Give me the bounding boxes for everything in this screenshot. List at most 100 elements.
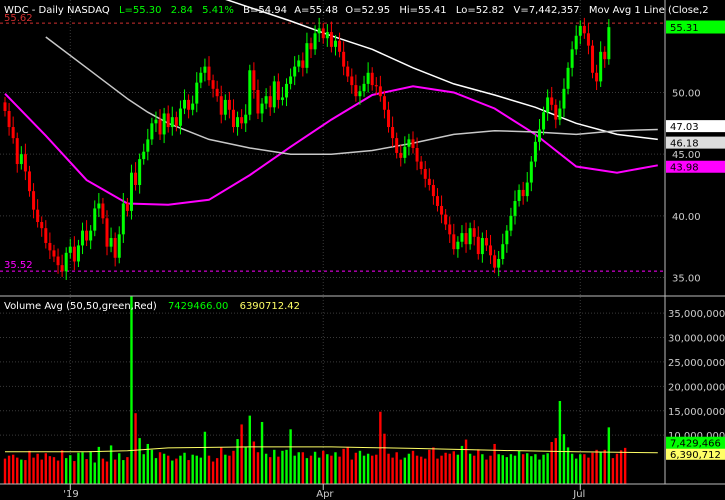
candle-body — [236, 117, 240, 128]
volume-bar — [546, 453, 549, 484]
candle-body — [146, 139, 150, 152]
volume-bar — [554, 438, 557, 484]
candle-body — [595, 72, 599, 82]
candle-body — [354, 85, 358, 97]
candle-body — [562, 88, 566, 109]
volume-bar — [240, 424, 243, 484]
candle-body — [15, 138, 19, 165]
candle-body — [89, 230, 93, 241]
candle-body — [603, 51, 607, 60]
volume-bar — [44, 453, 47, 484]
volume-last-tag: 7,429,466 — [670, 439, 721, 450]
candle-body — [101, 203, 105, 219]
candle-body — [162, 113, 166, 135]
volume-bar — [477, 449, 480, 484]
volume-bar — [146, 443, 149, 484]
volume-bar — [171, 460, 174, 484]
candle-body — [268, 96, 272, 108]
volume-bar — [354, 452, 358, 484]
volume-bar — [118, 453, 121, 484]
volume-bar — [81, 452, 84, 484]
volume-bar — [481, 454, 484, 484]
candle-body — [117, 234, 121, 258]
candle-body — [456, 241, 460, 250]
candle-body — [370, 72, 374, 86]
time-axis-label: '19 — [63, 489, 78, 500]
volume-bar — [517, 450, 521, 484]
volume-bar — [297, 452, 300, 484]
candle-body — [227, 99, 231, 110]
volume-study-value: 7429466.00 — [168, 301, 228, 312]
volume-bar — [399, 459, 402, 484]
volume-bar — [375, 454, 378, 484]
candle-body — [411, 139, 415, 148]
candle-body — [154, 119, 158, 124]
candle-body — [460, 233, 464, 242]
candle-body — [325, 32, 329, 39]
volume-bar — [595, 449, 598, 484]
candle-body — [19, 154, 23, 165]
volume-bar — [395, 452, 398, 484]
volume-bar — [285, 449, 288, 484]
volume-bar — [191, 454, 194, 484]
volume-bar — [142, 454, 145, 484]
candle-body — [546, 97, 550, 113]
candle-body — [403, 146, 407, 158]
candle-body — [517, 189, 521, 202]
volume-bar — [36, 453, 39, 484]
volume-bar — [179, 455, 182, 484]
candle-body — [199, 72, 203, 83]
volume-bar — [73, 461, 76, 484]
candle-body — [264, 96, 268, 104]
candle-body — [170, 117, 174, 128]
volume-bar — [183, 452, 186, 484]
volume-bar — [162, 453, 166, 484]
candle-body — [248, 70, 252, 115]
volume-axis-label: 35,000,000 — [668, 309, 725, 320]
header-line: WDC - Daily NASDAQ L=55.30 2.84 5.41% B=… — [4, 5, 709, 16]
candle-body — [350, 76, 354, 86]
volume-bar — [260, 421, 264, 484]
candle-body — [489, 245, 493, 256]
volume-bar — [419, 456, 423, 484]
volume-bar — [28, 450, 31, 484]
volume-bar — [40, 459, 43, 484]
stock-chart[interactable]: 55.62 35.52 WDC - Daily NASDAQ L=55.30 2… — [0, 0, 725, 500]
candle-body — [570, 49, 574, 68]
candle-body — [27, 171, 31, 192]
candle-body — [574, 35, 578, 50]
volume-header: Volume Avg (50,50,green,Red) 7429466.00 … — [4, 301, 300, 312]
volume-bar — [32, 457, 35, 484]
last-price: L=55.30 — [119, 5, 162, 16]
volume-bar — [391, 457, 394, 484]
volume-bar — [473, 455, 476, 484]
volume-bar — [411, 450, 415, 484]
volume-bar — [579, 454, 582, 484]
candle-body — [215, 88, 219, 97]
last-price-tag-text: 55.31 — [670, 23, 699, 34]
volume-bar — [591, 452, 594, 484]
volume-bar — [277, 456, 280, 484]
candle-body — [493, 255, 497, 268]
volume-bar — [101, 458, 105, 484]
volume-average-value: 6390712.42 — [240, 301, 300, 312]
volume-bar — [236, 439, 239, 484]
ask-price: A=55.48 — [294, 5, 338, 16]
volume-bar — [158, 452, 162, 484]
candle-body — [338, 40, 342, 52]
candle-body — [444, 214, 448, 225]
volume-bar — [538, 459, 541, 484]
candle-body — [280, 97, 284, 100]
volume-bar — [371, 455, 374, 484]
candle-body — [513, 201, 517, 216]
symbol-label: WDC - Daily NASDAQ — [4, 5, 110, 16]
volume-bar — [224, 454, 227, 484]
candle-body — [435, 196, 439, 206]
candle-body — [415, 148, 419, 162]
candle-body — [501, 244, 505, 259]
volume-bar — [305, 458, 309, 484]
volume-bar — [52, 457, 56, 484]
volume-bar — [281, 450, 284, 484]
volume-bar — [150, 449, 154, 484]
volume-bar — [105, 461, 109, 484]
